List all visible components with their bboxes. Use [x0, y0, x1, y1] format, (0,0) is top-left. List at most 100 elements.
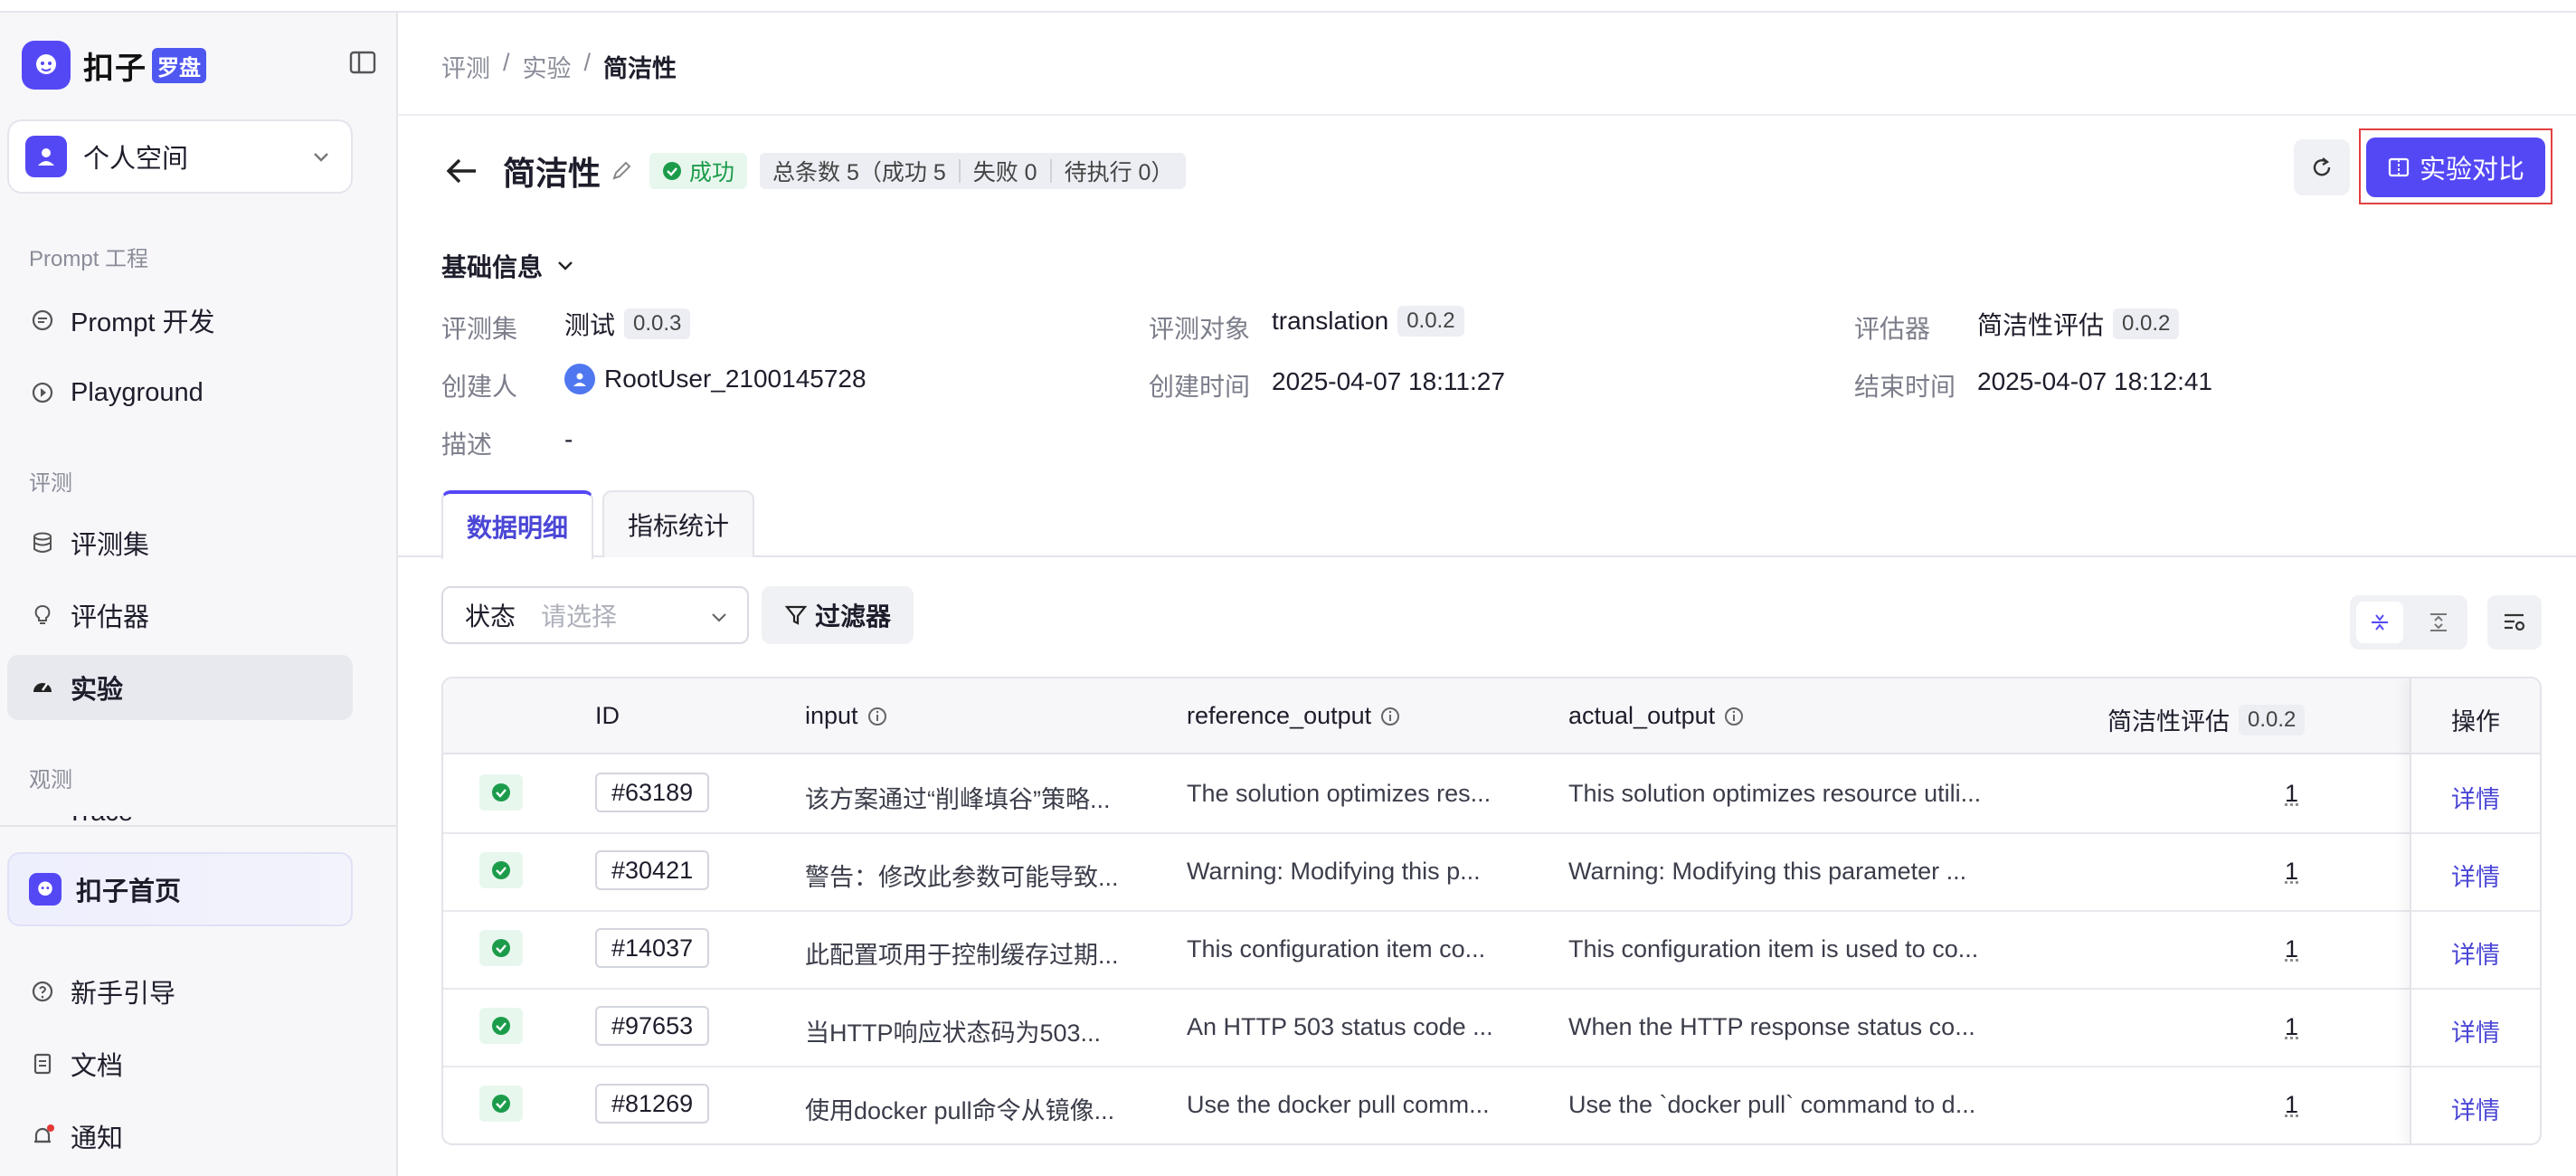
- sidebar-item-label: Prompt 开发: [71, 308, 215, 337]
- refresh-button[interactable]: [2294, 139, 2350, 195]
- filter-button-label: 过滤器: [814, 602, 891, 631]
- detail-link[interactable]: 详情: [2451, 780, 2500, 815]
- creator-name: RootUser_2100145728: [604, 365, 867, 393]
- breadcrumb-item[interactable]: 评测: [441, 49, 490, 84]
- table-row[interactable]: #30421 警告：修改此参数可能导致... Warning: Modifyin…: [443, 834, 2540, 912]
- table-header: ID input reference_output actual_output …: [443, 678, 2540, 754]
- end-time-label: 结束时间: [1854, 373, 1956, 401]
- cell-score[interactable]: 1: [2285, 1013, 2298, 1041]
- breadcrumb-separator: /: [503, 49, 510, 76]
- user-icon: [25, 136, 67, 177]
- cell-reference: This configuration item co...: [1187, 935, 1486, 963]
- row-id: #30421: [595, 850, 710, 890]
- basic-info-toggle[interactable]: 基础信息: [441, 248, 575, 284]
- detail-link[interactable]: 详情: [2451, 1013, 2500, 1048]
- column-settings-button[interactable]: [2487, 595, 2542, 650]
- evaluator-label: 评估器: [1854, 315, 1931, 343]
- sidebar: 扣子 罗盘 个人空间 Prompt 工程 Prompt 开发 Playgroun…: [0, 13, 398, 1176]
- created-time-value: 2025-04-07 18:11:27: [1272, 367, 1505, 395]
- status-filter-label: 状态: [465, 602, 516, 631]
- cell-score[interactable]: 1: [2285, 935, 2298, 963]
- detail-link[interactable]: 详情: [2451, 935, 2500, 971]
- success-check-icon: [479, 1086, 523, 1122]
- compare-experiment-button[interactable]: 实验对比: [2366, 138, 2545, 197]
- status-badge: 成功: [649, 153, 748, 189]
- sidebar-item-docs[interactable]: 文档: [7, 1031, 353, 1096]
- column-header-label: 简洁性评估: [2107, 708, 2230, 735]
- nav-section-observe: 观测: [29, 768, 72, 792]
- compact-rows-icon[interactable]: [2355, 602, 2403, 643]
- home-link[interactable]: 扣子首页: [7, 852, 353, 926]
- sidebar-item-evaluators[interactable]: 评估器: [7, 583, 353, 648]
- header-divider: [398, 114, 2576, 116]
- space-label: 个人空间: [83, 145, 189, 174]
- cell-actual: When the HTTP response status co...: [1568, 1013, 1975, 1040]
- sidebar-collapse-icon[interactable]: [349, 51, 380, 80]
- stat-fail: 失败 0: [972, 160, 1037, 185]
- breadcrumb-separator: /: [583, 49, 592, 76]
- breadcrumb-current: 简洁性: [603, 55, 677, 82]
- sidebar-item-prompt-dev[interactable]: Prompt 开发: [7, 288, 353, 353]
- title-row: 简洁性 成功 总条数 5（成功 5 失败 0 待执行 0）: [443, 143, 1187, 199]
- filter-button[interactable]: 过滤器: [762, 586, 914, 644]
- brand-logo-icon: [22, 41, 71, 90]
- breadcrumb: 评测 / 实验 / 简洁性: [441, 49, 677, 84]
- tab-data-detail[interactable]: 数据明细: [441, 490, 594, 559]
- sidebar-item-label: 评测集: [71, 531, 150, 560]
- row-id: #81269: [595, 1084, 710, 1124]
- sidebar-item-playground[interactable]: Playground: [7, 360, 353, 425]
- evaluator-name[interactable]: 简洁性评估: [1977, 306, 2104, 342]
- table-row[interactable]: #63189 该方案通过“削峰填谷”策略... The solution opt…: [443, 756, 2540, 834]
- column-header-label: reference_output: [1187, 702, 1372, 729]
- refresh-icon: [2313, 157, 2331, 176]
- description-label: 描述: [441, 431, 493, 459]
- chevron-down-icon: [558, 261, 573, 270]
- target-value: translation 0.0.2: [1272, 306, 1464, 337]
- sidebar-item-experiments[interactable]: 实验: [7, 655, 353, 720]
- dataset-value: 测试 0.0.3: [564, 306, 691, 342]
- detail-link[interactable]: 详情: [2451, 1091, 2500, 1126]
- column-header-evaluator: 简洁性评估 0.0.2: [2107, 702, 2306, 737]
- table-row[interactable]: #97653 当HTTP响应状态码为503... An HTTP 503 sta…: [443, 990, 2540, 1067]
- cell-reference: Warning: Modifying this p...: [1187, 858, 1481, 885]
- stat-total: 总条数 5（成功 5: [772, 160, 946, 185]
- space-selector[interactable]: 个人空间: [7, 119, 353, 194]
- detail-link[interactable]: 详情: [2451, 858, 2500, 893]
- info-icon[interactable]: [1380, 707, 1400, 726]
- run-stats: 总条数 5（成功 5 失败 0 待执行 0）: [760, 153, 1187, 189]
- table-row[interactable]: #14037 此配置项用于控制缓存过期... This configuratio…: [443, 912, 2540, 990]
- stat-pending: 待执行 0）: [1064, 160, 1174, 185]
- cell-score[interactable]: 1: [2285, 858, 2298, 886]
- back-arrow-icon[interactable]: [443, 153, 479, 189]
- brand: 扣子 罗盘: [22, 40, 380, 90]
- info-icon[interactable]: [867, 707, 887, 726]
- table-row[interactable]: #81269 使用docker pull命令从镜像... Use the doc…: [443, 1067, 2540, 1143]
- info-icon[interactable]: [1724, 707, 1744, 726]
- row-id: #14037: [595, 928, 710, 968]
- cell-input: 警告：修改此参数可能导致...: [805, 864, 1119, 891]
- cell-reference: An HTTP 503 status code ...: [1187, 1013, 1493, 1040]
- sidebar-item-notifications[interactable]: 通知: [7, 1104, 353, 1169]
- dataset-name[interactable]: 测试: [564, 306, 615, 342]
- success-check-icon: [479, 930, 523, 966]
- expanded-rows-icon[interactable]: [2415, 602, 2462, 643]
- bell-icon: [29, 1123, 56, 1150]
- target-name[interactable]: translation: [1272, 307, 1388, 336]
- cell-actual: This configuration item is used to co...: [1568, 935, 1979, 963]
- play-icon: [29, 379, 56, 406]
- home-label: 扣子首页: [76, 877, 182, 906]
- sidebar-item-datasets[interactable]: 评测集: [7, 510, 353, 575]
- cell-score[interactable]: 1: [2285, 1091, 2298, 1119]
- app-root: 扣子 罗盘 个人空间 Prompt 工程 Prompt 开发 Playgroun…: [0, 11, 2576, 1176]
- breadcrumb-item[interactable]: 实验: [523, 49, 572, 84]
- sidebar-item-guide[interactable]: 新手引导: [7, 959, 353, 1024]
- stat-divider: [958, 159, 961, 183]
- dashboard-icon: [29, 674, 56, 701]
- column-header-reference: reference_output: [1187, 702, 1400, 730]
- column-header-label: input: [805, 702, 858, 729]
- edit-icon[interactable]: [610, 159, 633, 183]
- tab-metrics[interactable]: 指标统计: [602, 490, 755, 557]
- cell-score[interactable]: 1: [2285, 780, 2298, 808]
- help-icon: [29, 978, 56, 1005]
- status-filter-select[interactable]: 状态 请选择: [441, 586, 749, 644]
